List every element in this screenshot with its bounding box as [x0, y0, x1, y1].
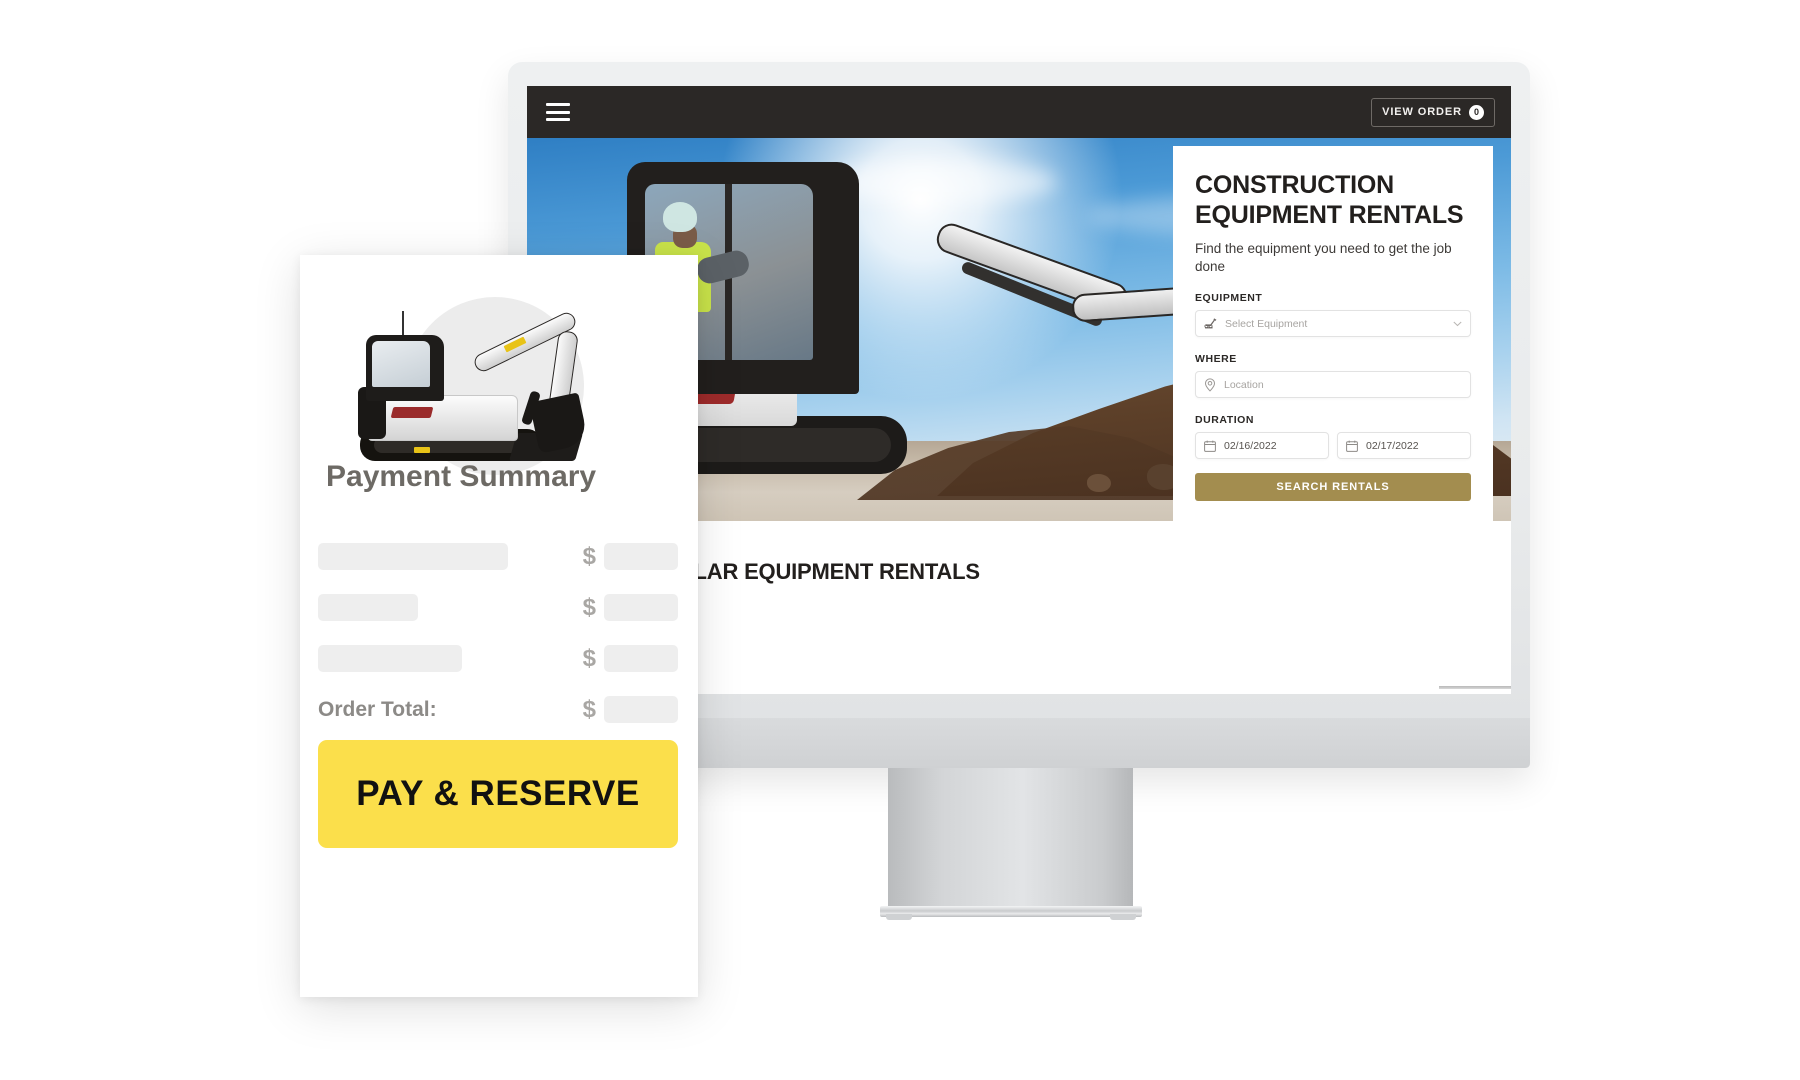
product-body	[368, 395, 518, 441]
line-item-label-placeholder	[318, 543, 508, 570]
view-order-button[interactable]: VIEW ORDER 0	[1371, 97, 1495, 127]
line-item-row: $	[318, 543, 678, 570]
currency-symbol: $	[582, 695, 596, 723]
monitor-stand-foot	[886, 914, 912, 920]
currency-symbol: $	[582, 593, 596, 621]
duration-field-label: DURATION	[1195, 414, 1255, 426]
hero-search-card: CONSTRUCTION EQUIPMENT RENTALS Find the …	[1173, 146, 1493, 521]
end-date-input[interactable]: 02/17/2022	[1337, 432, 1471, 459]
excavator-icon	[1204, 318, 1217, 329]
mini-excavator-product-image	[358, 287, 644, 475]
order-total-label: Order Total:	[318, 697, 437, 721]
monitor-stand-neck	[888, 768, 1133, 912]
line-item-amount-placeholder	[604, 543, 678, 570]
calendar-icon	[1346, 440, 1358, 452]
order-total-amount-placeholder	[604, 696, 678, 723]
equipment-placeholder: Select Equipment	[1225, 317, 1308, 330]
payment-summary-title: Payment Summary	[326, 460, 597, 493]
location-placeholder: Location	[1224, 378, 1264, 391]
search-rentals-button[interactable]: SEARCH RENTALS	[1195, 473, 1471, 501]
product-bucket	[529, 392, 589, 454]
site-topbar: VIEW ORDER 0	[527, 86, 1511, 138]
start-date-value: 02/16/2022	[1224, 439, 1277, 452]
line-item-label-placeholder	[318, 594, 418, 621]
duration-date-group: 02/16/2022 02/17/2022	[1195, 432, 1471, 459]
currency-symbol: $	[582, 644, 596, 672]
product-antenna	[402, 311, 404, 337]
product-track-decal	[414, 447, 430, 453]
payment-line-items: $ $ $ Order Total: $	[318, 543, 678, 747]
equipment-select[interactable]: Select Equipment	[1195, 310, 1471, 337]
monitor-stand-base	[880, 906, 1142, 917]
rock	[1087, 474, 1111, 492]
operator-hard-hat	[663, 202, 697, 232]
payment-summary-card: Payment Summary $ $ $ Order Total: $ PAY…	[300, 255, 698, 997]
hero-title: CONSTRUCTION EQUIPMENT RENTALS	[1195, 171, 1464, 229]
where-field-label: WHERE	[1195, 353, 1237, 365]
map-pin-icon	[1204, 377, 1216, 392]
hamburger-menu-icon[interactable]	[546, 103, 570, 121]
line-item-amount-placeholder	[604, 594, 678, 621]
line-item-row: $	[318, 594, 678, 621]
pay-and-reserve-button[interactable]: PAY & RESERVE	[318, 740, 678, 848]
currency-symbol: $	[582, 542, 596, 570]
calendar-icon	[1204, 440, 1216, 452]
equipment-field-label: EQUIPMENT	[1195, 292, 1263, 304]
order-count-badge: 0	[1469, 104, 1484, 120]
view-order-label: VIEW ORDER	[1382, 106, 1462, 118]
start-date-input[interactable]: 02/16/2022	[1195, 432, 1329, 459]
chevron-down-icon	[1453, 321, 1462, 326]
screenshot-stage: VIEW ORDER 0 CONSTRUCTION EQUIPMENT RENT…	[0, 0, 1800, 1080]
line-item-row: $	[318, 645, 678, 672]
product-body-stripe	[390, 407, 434, 418]
section-divider	[1439, 686, 1511, 689]
product-cab-glass	[372, 341, 430, 387]
location-input[interactable]: Location	[1195, 371, 1471, 398]
monitor-stand-foot	[1110, 914, 1136, 920]
line-item-amount-placeholder	[604, 645, 678, 672]
hero-subtitle: Find the equipment you need to get the j…	[1195, 241, 1452, 274]
order-total-row: Order Total: $	[318, 696, 678, 723]
end-date-value: 02/17/2022	[1366, 439, 1419, 452]
line-item-label-placeholder	[318, 645, 462, 672]
